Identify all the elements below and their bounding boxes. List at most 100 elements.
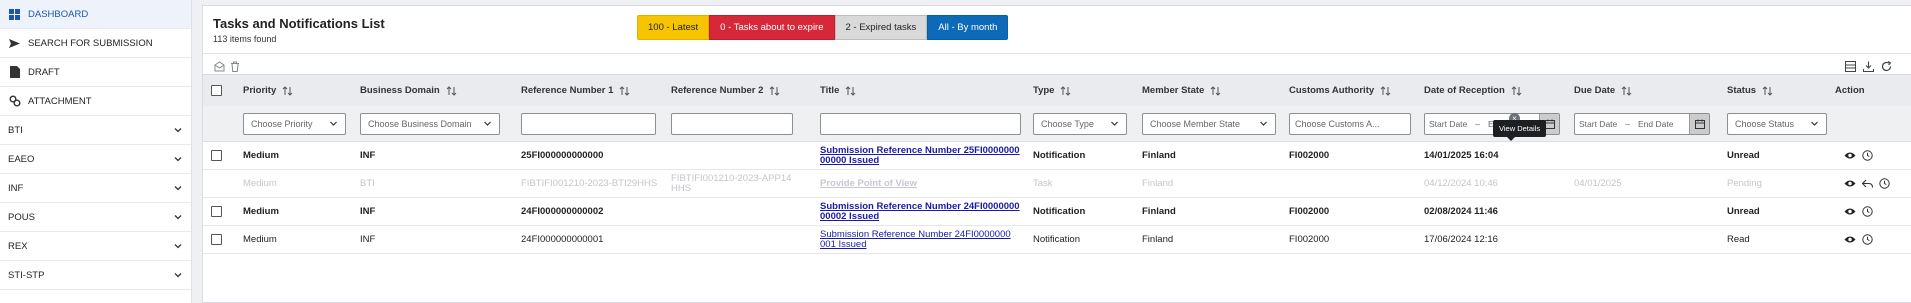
column-status[interactable]: Status — [1727, 75, 1773, 106]
chevron-down-icon — [173, 270, 183, 280]
column-label: Priority — [243, 85, 277, 96]
table-row[interactable]: Medium INF 24FI000000000001 Submission R… — [203, 226, 1911, 254]
title-line: Submission Reference Number 24FI0000000 — [820, 200, 1020, 212]
cell-member-state: Finland — [1142, 150, 1176, 161]
title-link[interactable]: Submission Reference Number 25FI0000000 0… — [820, 145, 1020, 166]
priority-filter-select[interactable]: Choose Priority — [243, 112, 346, 135]
sort-icon[interactable] — [1621, 85, 1632, 96]
panel-header: Tasks and Notifications List 113 items f… — [203, 6, 1911, 54]
column-reference-number-1[interactable]: Reference Number 1 — [521, 75, 630, 106]
title-line: 00002 Issued — [820, 210, 880, 222]
clock-icon[interactable] — [1861, 234, 1873, 246]
select-all-checkbox[interactable] — [211, 85, 222, 96]
sort-icon[interactable] — [769, 85, 780, 96]
cell-type: Notification — [1033, 150, 1086, 161]
mark-read-icon[interactable] — [213, 60, 225, 72]
table-row[interactable]: Medium BTI FIBTIFI001210-2023-BTI29HHS F… — [203, 170, 1911, 198]
column-label: Date of Reception — [1424, 85, 1505, 96]
cell-due-date: 04/01/2025 — [1574, 178, 1622, 189]
sidebar-item-sti-stp[interactable]: STI-STP — [0, 261, 191, 290]
title-link[interactable]: Submission Reference Number 24FI0000000 0… — [820, 229, 1011, 250]
type-filter-select[interactable]: Choose Type — [1033, 112, 1127, 135]
business-domain-filter-select[interactable]: Choose Business Domain — [360, 112, 500, 135]
sort-icon[interactable] — [1511, 85, 1522, 96]
sidebar-item-dashboard[interactable]: DASHBOARD — [0, 0, 191, 29]
column-due-date[interactable]: Due Date — [1574, 75, 1632, 106]
quick-filters: 100 - Latest 0 - Tasks about to expire 2… — [637, 15, 1009, 40]
column-member-state[interactable]: Member State — [1142, 75, 1221, 106]
sidebar-item-draft[interactable]: DRAFT — [0, 58, 191, 87]
calendar-icon[interactable] — [1689, 113, 1709, 134]
clock-icon[interactable] — [1861, 150, 1873, 162]
refresh-icon[interactable] — [1880, 60, 1892, 72]
eye-icon[interactable] — [1844, 234, 1856, 246]
column-priority[interactable]: Priority — [243, 75, 293, 106]
row-checkbox[interactable] — [211, 150, 222, 161]
due-date-range[interactable]: Start Date – End Date — [1574, 112, 1710, 135]
sort-icon[interactable] — [446, 85, 457, 96]
row-checkbox[interactable] — [211, 206, 222, 217]
reply-icon[interactable] — [1861, 178, 1873, 190]
sidebar-item-inf[interactable]: INF — [0, 174, 191, 203]
sidebar: DASHBOARD SEARCH FOR SUBMISSION DRAFT AT… — [0, 0, 192, 303]
select-placeholder: Choose Type — [1041, 118, 1094, 129]
title-link[interactable]: Provide Point of View — [820, 178, 917, 189]
column-type[interactable]: Type — [1033, 75, 1071, 106]
eye-icon[interactable] — [1844, 150, 1856, 162]
cell-type: Notification — [1033, 234, 1080, 245]
reference-number-2-filter-input[interactable] — [671, 112, 793, 135]
chevron-down-icon — [173, 183, 183, 193]
clock-icon[interactable] — [1878, 178, 1890, 190]
cell-reference-number-1: 24FI000000000001 — [521, 234, 604, 245]
table-row[interactable]: Medium INF 24FI000000000002 Submission R… — [203, 198, 1911, 226]
columns-icon[interactable] — [1844, 60, 1856, 72]
sidebar-item-eaeo[interactable]: EAEO — [0, 145, 191, 174]
sort-icon[interactable] — [1380, 85, 1391, 96]
app: DASHBOARD SEARCH FOR SUBMISSION DRAFT AT… — [0, 0, 1911, 303]
download-icon[interactable] — [1862, 60, 1874, 72]
title-link[interactable]: Submission Reference Number 24FI0000000 0… — [820, 200, 1020, 222]
reference-number-1-filter-input[interactable] — [521, 112, 656, 135]
column-label: Title — [820, 85, 840, 96]
filter-latest-button[interactable]: 100 - Latest — [637, 15, 710, 40]
sort-icon[interactable] — [1060, 85, 1071, 96]
customs-authority-filter-input[interactable]: Choose Customs A... — [1289, 112, 1411, 135]
status-filter-select[interactable]: Choose Status — [1727, 112, 1827, 135]
column-customs-authority[interactable]: Customs Authority — [1289, 75, 1391, 106]
eye-icon[interactable] — [1844, 178, 1856, 190]
sidebar-item-label: POUS — [8, 211, 35, 223]
sort-icon[interactable] — [845, 85, 856, 96]
sidebar-item-rex[interactable]: REX — [0, 232, 191, 261]
column-business-domain[interactable]: Business Domain — [360, 75, 457, 106]
column-label: Action — [1835, 85, 1865, 96]
table-row[interactable]: Medium INF 25FI000000000000 Submission R… — [203, 142, 1911, 170]
column-date-of-reception[interactable]: Date of Reception — [1424, 75, 1522, 106]
chevron-down-icon — [483, 119, 492, 128]
trash-icon[interactable] — [229, 60, 241, 72]
filter-row: Choose Priority Choose Business Domain C… — [203, 106, 1911, 142]
sidebar-item-pous[interactable]: POUS — [0, 203, 191, 232]
filter-by-month-button[interactable]: All - By month — [927, 15, 1009, 40]
sort-icon[interactable] — [282, 85, 293, 96]
sidebar-item-attachment[interactable]: ATTACHMENT — [0, 87, 191, 116]
cell-date-of-reception: 17/06/2024 12:16 — [1424, 234, 1498, 245]
clock-icon[interactable] — [1861, 206, 1873, 218]
filter-expired-button[interactable]: 2 - Expired tasks — [834, 15, 928, 40]
member-state-filter-select[interactable]: Choose Member State — [1142, 112, 1276, 135]
cell-business-domain: INF — [360, 150, 376, 161]
cell-business-domain: INF — [360, 206, 376, 217]
sidebar-item-bti[interactable]: BTI — [0, 116, 191, 145]
sort-icon[interactable] — [1210, 85, 1221, 96]
sort-icon[interactable] — [619, 85, 630, 96]
column-title[interactable]: Title — [820, 75, 856, 106]
cell-priority: Medium — [243, 150, 279, 161]
column-reference-number-2[interactable]: Reference Number 2 — [671, 75, 780, 106]
filter-about-to-expire-button[interactable]: 0 - Tasks about to expire — [709, 15, 835, 40]
cell-type: Notification — [1033, 206, 1086, 217]
row-checkbox[interactable] — [211, 234, 222, 245]
eye-icon[interactable] — [1844, 206, 1856, 218]
sort-icon[interactable] — [1762, 85, 1773, 96]
sidebar-item-search-for-submission[interactable]: SEARCH FOR SUBMISSION — [0, 29, 191, 58]
cell-reference-number-1: 24FI000000000002 — [521, 206, 604, 217]
title-filter-input[interactable] — [820, 112, 1021, 135]
